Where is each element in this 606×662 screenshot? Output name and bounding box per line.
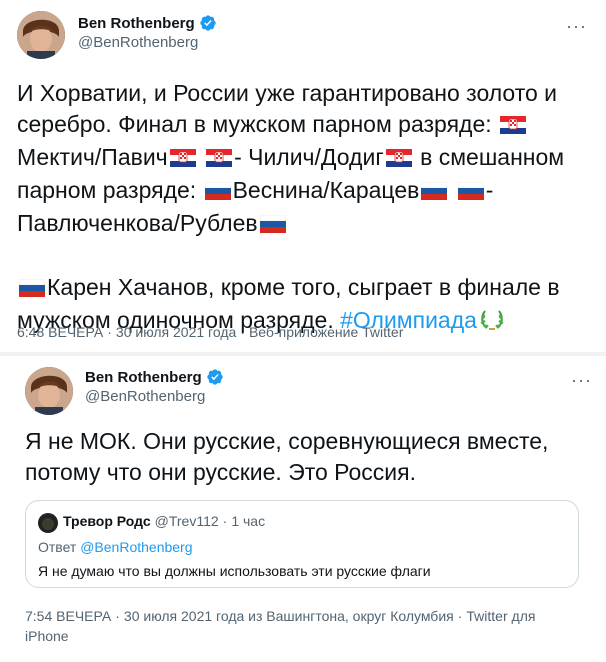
russia-flag-icon <box>421 177 448 208</box>
quoted-author-handle[interactable]: @Trev112 <box>155 513 219 529</box>
croatia-flag-icon <box>206 144 233 175</box>
tweet-source[interactable]: Веб-приложение Twitter <box>249 324 403 340</box>
olympic-wreath-icon <box>479 308 505 340</box>
author-avatar[interactable] <box>17 11 65 59</box>
quoted-tweet-time[interactable]: 1 час <box>231 513 265 529</box>
author-name[interactable]: Ben Rothenberg <box>78 15 195 32</box>
tweet-paragraph: И Хорватии, и России уже гарантировано з… <box>17 78 589 241</box>
quoted-tweet[interactable]: Тревор Родс @Trev112 · 1 час Ответ @BenR… <box>25 500 579 588</box>
quoted-author-avatar[interactable] <box>38 513 58 533</box>
russia-flag-icon <box>18 274 46 305</box>
quoted-author-name[interactable]: Тревор Родс <box>63 513 151 529</box>
text-segment: Мектич/Павич <box>17 144 168 170</box>
separator: · <box>107 324 112 340</box>
tweet-time[interactable]: 7:54 ВЕЧЕРА <box>25 608 111 624</box>
separator: · <box>115 608 120 624</box>
tweet-text: И Хорватии, и России уже гарантировано з… <box>17 78 589 340</box>
text-segment: Веснина/Карацев <box>232 177 420 203</box>
tweet-metadata: 6:48 ВЕЧЕРА · 30 июля 2021 года · Веб-прилож… <box>17 322 403 342</box>
tweet-date[interactable]: 30 июля 2021 года из Вашингтона, округ К… <box>124 608 454 624</box>
tweet-text: Я не МОК. Они русские, соревнующиеся вме… <box>25 428 549 485</box>
author-avatar[interactable] <box>25 367 73 415</box>
text-segment: И Хорватии, и России уже гарантировано з… <box>17 80 558 137</box>
separator: · <box>457 608 463 624</box>
tweet-metadata: 7:54 ВЕЧЕРА · 30 июля 2021 года из Вашингт… <box>25 606 580 646</box>
separator: · <box>240 324 245 340</box>
tweet[interactable]: Ben Rothenberg @BenRothenberg ··· Я не М… <box>0 356 606 662</box>
croatia-flag-icon <box>500 111 527 142</box>
reply-context: Ответ @BenRothenberg <box>38 539 193 555</box>
croatia-flag-icon <box>385 144 412 175</box>
reply-handle-link[interactable]: @BenRothenberg <box>80 539 192 555</box>
quoted-tweet-text: Я не думаю что вы должны использовать эт… <box>38 563 431 579</box>
author-handle[interactable]: @BenRothenberg <box>85 388 224 405</box>
quoted-tweet-header: Тревор Родс @Trev112 · 1 час <box>63 513 265 529</box>
tweet-date[interactable]: 30 июля 2021 года <box>116 324 236 340</box>
russia-flag-icon <box>259 210 286 241</box>
russia-flag-icon <box>204 177 231 208</box>
more-options-icon[interactable]: ··· <box>571 370 592 391</box>
tweet[interactable]: Ben Rothenberg @BenRothenberg ··· И Хорв… <box>0 0 606 352</box>
croatia-flag-icon <box>169 144 196 175</box>
text-segment: - Чилич/Додиг <box>234 144 384 170</box>
reply-prefix: Ответ <box>38 539 77 555</box>
verified-badge-icon <box>206 368 224 386</box>
author-name[interactable]: Ben Rothenberg <box>85 369 202 386</box>
tweet-time[interactable]: 6:48 ВЕЧЕРА <box>17 324 103 340</box>
more-options-icon[interactable]: ··· <box>566 16 587 37</box>
author-handle[interactable]: @BenRothenberg <box>78 34 217 51</box>
verified-badge-icon <box>199 14 217 32</box>
separator: · <box>222 513 228 529</box>
russia-flag-icon <box>457 177 484 208</box>
